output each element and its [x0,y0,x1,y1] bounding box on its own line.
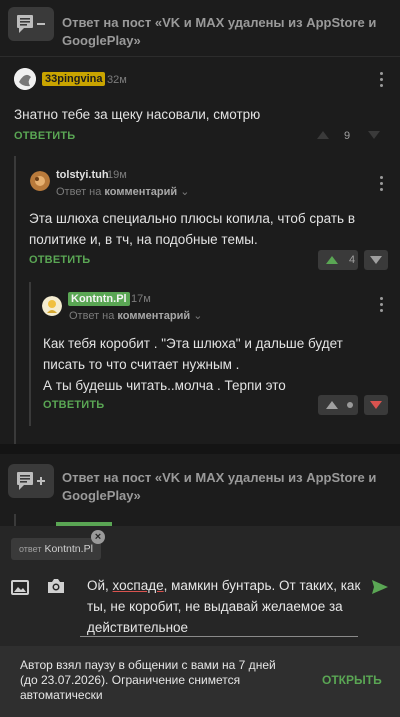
downvote-icon[interactable] [364,250,388,270]
notice-text: Автор взял паузу в общении с вами на 7 д… [20,658,276,702]
thread-title[interactable]: Ответ на пост «VK и MAX удалены из AppSt… [62,469,392,505]
comment-time: 17м [131,293,151,305]
chevron-down-icon: ⌄ [193,310,203,322]
comment-text: Как тебя коробит . "Эта шлюха" и дальше … [43,336,343,393]
comment-plus-icon[interactable] [8,464,54,498]
user-nick[interactable]: Kontntn.Pl [68,292,130,306]
comment-time: 32м [107,74,127,86]
more-options-icon[interactable] [380,72,384,90]
thread-line [14,156,16,445]
user-nick[interactable]: tolstyi.tuh [56,169,109,181]
image-icon[interactable] [11,580,29,600]
comment-minus-icon[interactable] [8,7,54,41]
close-icon[interactable]: × [91,530,105,544]
vote-control [318,395,358,415]
reply-button[interactable]: ОТВЕТИТЬ [14,130,75,142]
open-button[interactable]: ОТКРЫТЬ [322,673,382,687]
chevron-down-icon: ⌄ [180,186,190,198]
vote-dot-icon [347,402,353,408]
camera-icon[interactable] [47,578,65,599]
reply-button[interactable]: ОТВЕТИТЬ [29,254,90,266]
comment-time: 19м [107,169,127,181]
thread-title[interactable]: Ответ на пост «VK и MAX удалены из AppSt… [62,14,392,50]
more-options-icon[interactable] [380,297,384,315]
reply-to-link[interactable]: Ответ на комментарий ⌄ [56,185,189,198]
vote-count: 4 [348,254,356,266]
comment-text: Эта шлюха специально плюсы копила, чтоб … [29,211,355,247]
vote-count: 9 [343,130,351,142]
comment-input[interactable]: Ой, хоспаде, мамкин бунтарь. От таких, к… [87,575,362,638]
user-nick[interactable]: 33pingvina [42,72,106,86]
vote-control: 4 [318,250,358,270]
reply-to-link[interactable]: Ответ на комментарий ⌄ [69,309,202,322]
thread-line [14,514,16,526]
input-underline [80,636,358,637]
thread-line [29,282,31,426]
avatar[interactable] [14,68,36,90]
reply-target-chip: ответ Kontntn.Pl [11,538,101,560]
upvote-icon[interactable] [315,128,331,147]
comment-text: Знатно тебе за щеку насовали, смотрю [14,107,261,122]
reply-button[interactable]: ОТВЕТИТЬ [43,399,104,411]
upvote-icon[interactable] [318,395,346,415]
avatar[interactable] [42,296,62,316]
send-icon[interactable] [371,579,389,600]
downvote-icon[interactable] [364,395,388,415]
more-options-icon[interactable] [380,176,384,194]
avatar[interactable] [30,171,50,191]
downvote-icon[interactable] [366,128,382,147]
upvote-icon[interactable] [318,250,346,270]
